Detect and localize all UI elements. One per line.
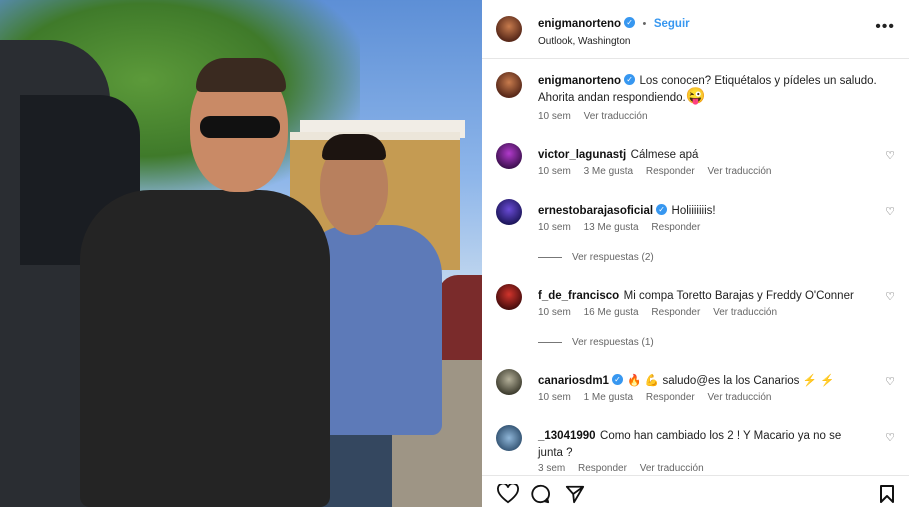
author-username[interactable]: enigmanorteno: [538, 18, 621, 30]
heart-icon[interactable]: ♡: [885, 290, 895, 303]
comment-reply-button[interactable]: Responder: [651, 222, 700, 233]
reply-line: [538, 341, 562, 343]
caption-meta: 10 sem Ver traducción: [538, 111, 658, 122]
comment-1: victor_lagunastj Cálmese apá: [538, 145, 698, 163]
comment-likes[interactable]: 13 Me gusta: [584, 222, 639, 233]
comment-username[interactable]: _13041990: [538, 430, 596, 442]
comment-3: f_de_francisco Mi compa Toretto Barajas …: [538, 286, 854, 304]
caption: enigmanorteno ✓ Los conocen? Etiquétalos …: [538, 72, 878, 106]
comment-avatar[interactable]: [496, 369, 522, 395]
comment-username[interactable]: victor_lagunastj: [538, 149, 626, 161]
comment-5: _13041990 Como han cambiado los 2 ! Y Ma…: [538, 427, 858, 461]
caption-username[interactable]: enigmanorteno: [538, 75, 621, 87]
comment-text: Cálmese apá: [630, 149, 699, 161]
man-left-shirt: [80, 190, 330, 507]
heart-icon[interactable]: ♡: [885, 375, 895, 388]
comment-text: saludo@es la los Canarios: [662, 375, 800, 387]
comment-time[interactable]: 10 sem: [538, 307, 571, 318]
comment-username[interactable]: ernestobarajasoficial: [538, 205, 653, 217]
comment-4: canariosdm1 ✓ 🔥 💪 saludo@es la los Canari…: [538, 371, 834, 389]
send-icon[interactable]: [565, 484, 585, 504]
verified-badge-icon: ✓: [611, 374, 623, 386]
comment-avatar[interactable]: [496, 284, 522, 310]
actions-bar: [482, 476, 909, 507]
comment-2-meta: 10 sem 13 Me gusta Responder: [538, 222, 710, 233]
sunglasses: [200, 116, 280, 138]
comment-time[interactable]: 10 sem: [538, 166, 571, 177]
comment-time[interactable]: 10 sem: [538, 222, 571, 233]
comment-likes[interactable]: 3 Me gusta: [584, 166, 633, 177]
header-divider: [482, 58, 909, 59]
reply-line: [538, 256, 562, 258]
hedge: [438, 275, 482, 365]
comment-emoji-suffix: ⚡ ⚡: [799, 375, 835, 387]
comment-reply-button[interactable]: Responder: [646, 392, 695, 403]
comment-translate-link[interactable]: Ver traducción: [708, 166, 772, 177]
caption-translate-link[interactable]: Ver traducción: [584, 111, 648, 122]
comment-2: ernestobarajasoficial ✓ Holiiiiiiis!: [538, 201, 716, 219]
view-replies-link[interactable]: Ver respuestas (2): [538, 252, 664, 263]
post-header: enigmanorteno ✓ • Seguir Outlook, Washing…: [538, 14, 690, 47]
comment-avatar[interactable]: [496, 199, 522, 225]
heart-icon[interactable]: ♡: [885, 205, 895, 218]
caption-emoji: 😜: [685, 88, 706, 105]
author-avatar[interactable]: [496, 16, 522, 42]
verified-badge-icon: ✓: [624, 74, 636, 86]
comment-text: Mi compa Toretto Barajas y Freddy O'Conn…: [623, 290, 854, 302]
comment-reply-button[interactable]: Responder: [651, 307, 700, 318]
view-replies-label[interactable]: Ver respuestas (2): [572, 252, 654, 263]
comment-likes[interactable]: 16 Me gusta: [584, 307, 639, 318]
comment-likes[interactable]: 1 Me gusta: [584, 392, 633, 403]
more-horizontal-icon[interactable]: •••: [875, 18, 895, 36]
bookmark-icon[interactable]: [879, 484, 895, 504]
comment-username[interactable]: canariosdm1: [538, 375, 609, 387]
comment-5-meta: 3 sem Responder Ver traducción: [538, 463, 714, 474]
view-replies-link[interactable]: Ver respuestas (1): [538, 337, 664, 348]
comment-translate-link[interactable]: Ver traducción: [640, 463, 704, 474]
comment-1-meta: 10 sem 3 Me gusta Responder Ver traducci…: [538, 166, 781, 177]
follow-button[interactable]: Seguir: [654, 18, 690, 30]
post-location[interactable]: Outlook, Washington: [538, 36, 690, 47]
heart-icon[interactable]: [497, 484, 519, 504]
comment-icon[interactable]: [530, 484, 550, 504]
comment-username[interactable]: f_de_francisco: [538, 290, 619, 302]
view-replies-label[interactable]: Ver respuestas (1): [572, 337, 654, 348]
comment-translate-link[interactable]: Ver traducción: [708, 392, 772, 403]
separator-dot: •: [642, 18, 647, 30]
comment-translate-link[interactable]: Ver traducción: [713, 307, 777, 318]
comment-emoji-prefix: 🔥 💪: [627, 375, 663, 387]
heart-icon[interactable]: ♡: [885, 149, 895, 162]
comment-avatar[interactable]: [496, 425, 522, 451]
man-left-hair: [196, 58, 286, 92]
comment-reply-button[interactable]: Responder: [646, 166, 695, 177]
man-right-hair: [322, 134, 386, 160]
comment-time[interactable]: 10 sem: [538, 392, 571, 403]
comment-time[interactable]: 3 sem: [538, 463, 565, 474]
comment-3-meta: 10 sem 16 Me gusta Responder Ver traducc…: [538, 307, 787, 318]
post-photo[interactable]: [0, 0, 482, 507]
caption-time[interactable]: 10 sem: [538, 111, 571, 122]
post-panel: enigmanorteno ✓ • Seguir Outlook, Washing…: [482, 0, 909, 507]
verified-badge-icon: ✓: [656, 204, 668, 216]
comment-avatar[interactable]: [496, 143, 522, 169]
heart-icon[interactable]: ♡: [885, 431, 895, 444]
caption-avatar[interactable]: [496, 72, 522, 98]
comment-reply-button[interactable]: Responder: [578, 463, 627, 474]
verified-badge-icon: ✓: [624, 17, 636, 29]
comment-text: Holiiiiiiis!: [671, 205, 716, 217]
comment-4-meta: 10 sem 1 Me gusta Responder Ver traducci…: [538, 392, 781, 403]
